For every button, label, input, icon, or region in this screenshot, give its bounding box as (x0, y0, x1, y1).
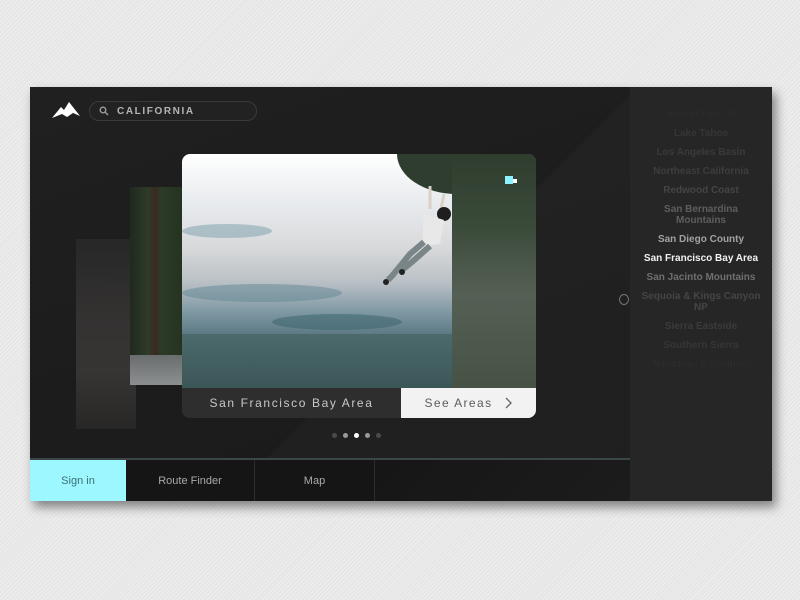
carousel-dot[interactable] (365, 433, 370, 438)
gallery-indicator-icon (505, 176, 513, 184)
region-item[interactable]: Sequoia & Kings Canyon NP (641, 291, 761, 313)
carousel-dot[interactable] (332, 433, 337, 438)
see-areas-button[interactable]: See Areas (401, 388, 536, 418)
search-icon (99, 106, 109, 116)
carousel-dot[interactable] (343, 433, 348, 438)
nav-route-finder[interactable]: Route Finder (126, 460, 255, 501)
carousel-dot[interactable] (376, 433, 381, 438)
region-item[interactable]: Jeoaret Tree NP (641, 109, 761, 120)
see-areas-label: See Areas (424, 396, 493, 410)
mountain-logo-icon[interactable] (51, 101, 81, 119)
nav-empty-space (375, 460, 630, 501)
carousel-card-previous-1[interactable] (130, 187, 182, 385)
carousel-pagination (332, 433, 381, 438)
scroll-position-ring-icon[interactable] (619, 294, 629, 305)
search-input[interactable]: CALIFORNIA (89, 101, 257, 121)
card-image-ground (130, 355, 182, 385)
search-value: CALIFORNIA (117, 105, 195, 117)
app-window: CALIFORNIA San Francisco Bay Area See Ar… (30, 87, 772, 501)
region-item[interactable]: Southern Sierra (641, 340, 761, 351)
carousel-card-previous-2[interactable] (76, 239, 136, 429)
chevron-right-icon (505, 397, 513, 409)
image-cloud (272, 314, 402, 330)
region-item-selected[interactable]: San Francisco Bay Area (641, 253, 761, 264)
featured-card-footer: San Francisco Bay Area See Areas (182, 388, 536, 418)
region-item[interactable]: San Jacinto Mountains (641, 272, 761, 283)
image-cloud (182, 284, 342, 302)
region-item[interactable]: Tehachapi & Southern (641, 359, 761, 370)
image-cliff (452, 154, 536, 388)
featured-card[interactable]: San Francisco Bay Area See Areas (182, 154, 536, 418)
nav-sign-in[interactable]: Sign in (30, 460, 126, 501)
region-item[interactable]: San Bernardina Mountains (641, 204, 761, 226)
featured-area-title: San Francisco Bay Area (209, 396, 374, 410)
region-item[interactable]: Sierra Eastside (641, 321, 761, 332)
nav-map[interactable]: Map (255, 460, 375, 501)
main-pane: CALIFORNIA San Francisco Bay Area See Ar… (30, 87, 630, 501)
region-item[interactable]: San Diego County (641, 234, 761, 245)
region-list: Jeoaret Tree NP Lake Tahoe Los Angeles B… (630, 109, 772, 378)
region-item[interactable]: Northeast California (641, 166, 761, 177)
featured-card-image (182, 154, 536, 388)
region-item[interactable]: Los Angeles Basin (641, 147, 761, 158)
climber-figure (383, 186, 451, 285)
bottom-nav: Sign in Route Finder Map (30, 460, 630, 501)
region-item[interactable]: Lake Tahoe (641, 128, 761, 139)
region-item[interactable]: Redwood Coast (641, 185, 761, 196)
image-cloud (182, 224, 272, 238)
gallery-indicator-secondary-icon (513, 179, 517, 183)
carousel-dot-active[interactable] (354, 433, 359, 438)
